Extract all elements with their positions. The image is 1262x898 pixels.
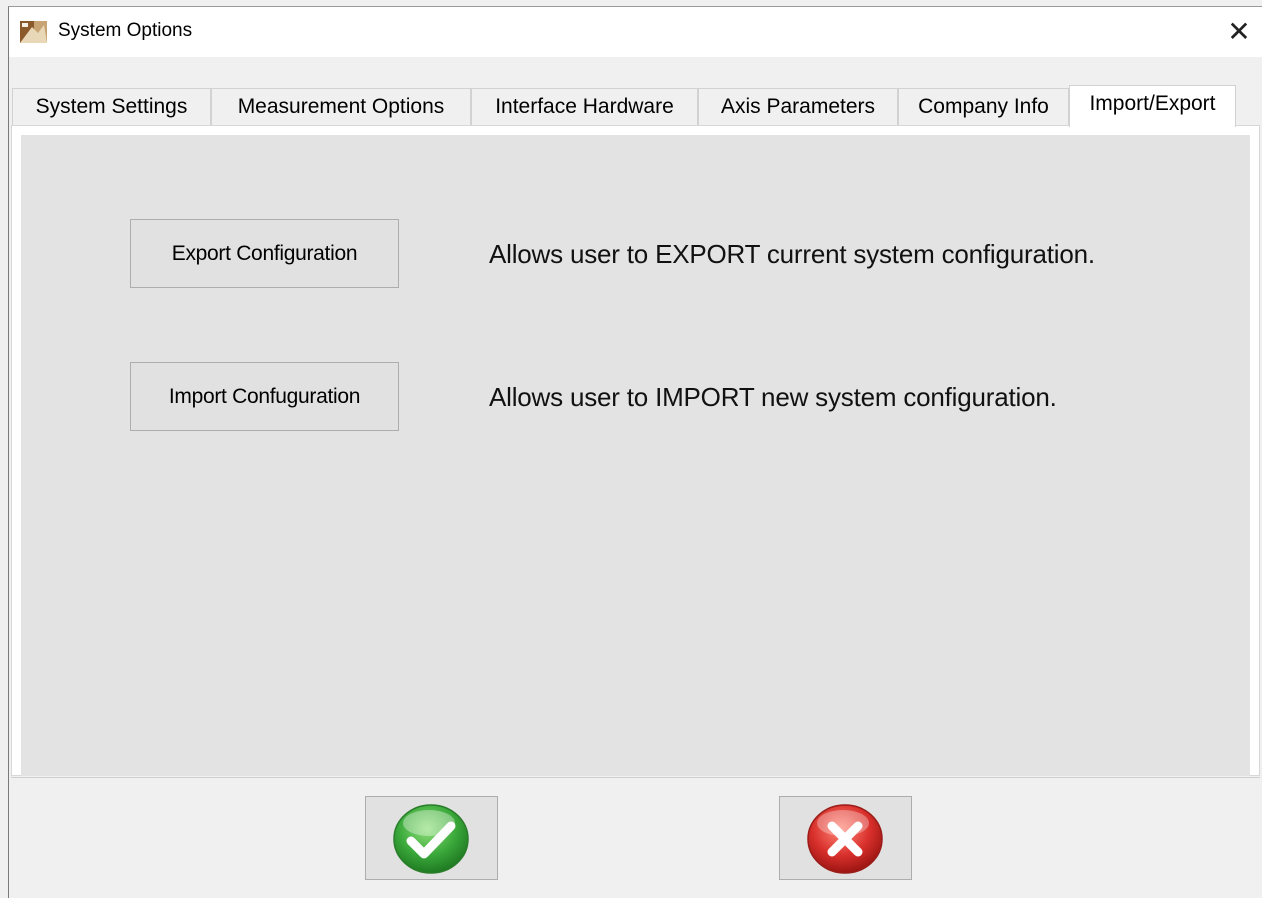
app-icon: [20, 21, 47, 43]
import-configuration-button[interactable]: Import Confuguration: [130, 362, 399, 431]
tab-import-export[interactable]: Import/Export: [1069, 85, 1236, 127]
export-description: Allows user to EXPORT current system con…: [489, 239, 1095, 269]
tab-interface-hardware[interactable]: Interface Hardware: [471, 88, 698, 126]
green-checkmark-icon: [393, 804, 469, 874]
tab-system-settings[interactable]: System Settings: [12, 88, 211, 126]
tab-strip: System Settings Measurement Options Inte…: [9, 85, 1262, 127]
system-options-dialog: System Options ✕ System Settings Measure…: [8, 6, 1262, 898]
ok-button[interactable]: [365, 796, 498, 880]
red-x-icon: [807, 804, 883, 874]
import-export-panel: Export Configuration Allows user to EXPO…: [21, 135, 1250, 776]
footer-divider: [11, 777, 1260, 778]
import-description: Allows user to IMPORT new system configu…: [489, 382, 1057, 412]
tab-measurement-options[interactable]: Measurement Options: [211, 88, 471, 126]
tab-panel: Export Configuration Allows user to EXPO…: [11, 125, 1260, 776]
cancel-button[interactable]: [779, 796, 912, 880]
window-title: System Options: [58, 20, 193, 41]
tab-axis-parameters[interactable]: Axis Parameters: [698, 88, 898, 126]
export-configuration-button[interactable]: Export Configuration: [130, 219, 399, 288]
close-icon[interactable]: ✕: [1219, 15, 1259, 49]
tab-company-info[interactable]: Company Info: [898, 88, 1069, 126]
title-bar: System Options ✕: [9, 7, 1262, 57]
